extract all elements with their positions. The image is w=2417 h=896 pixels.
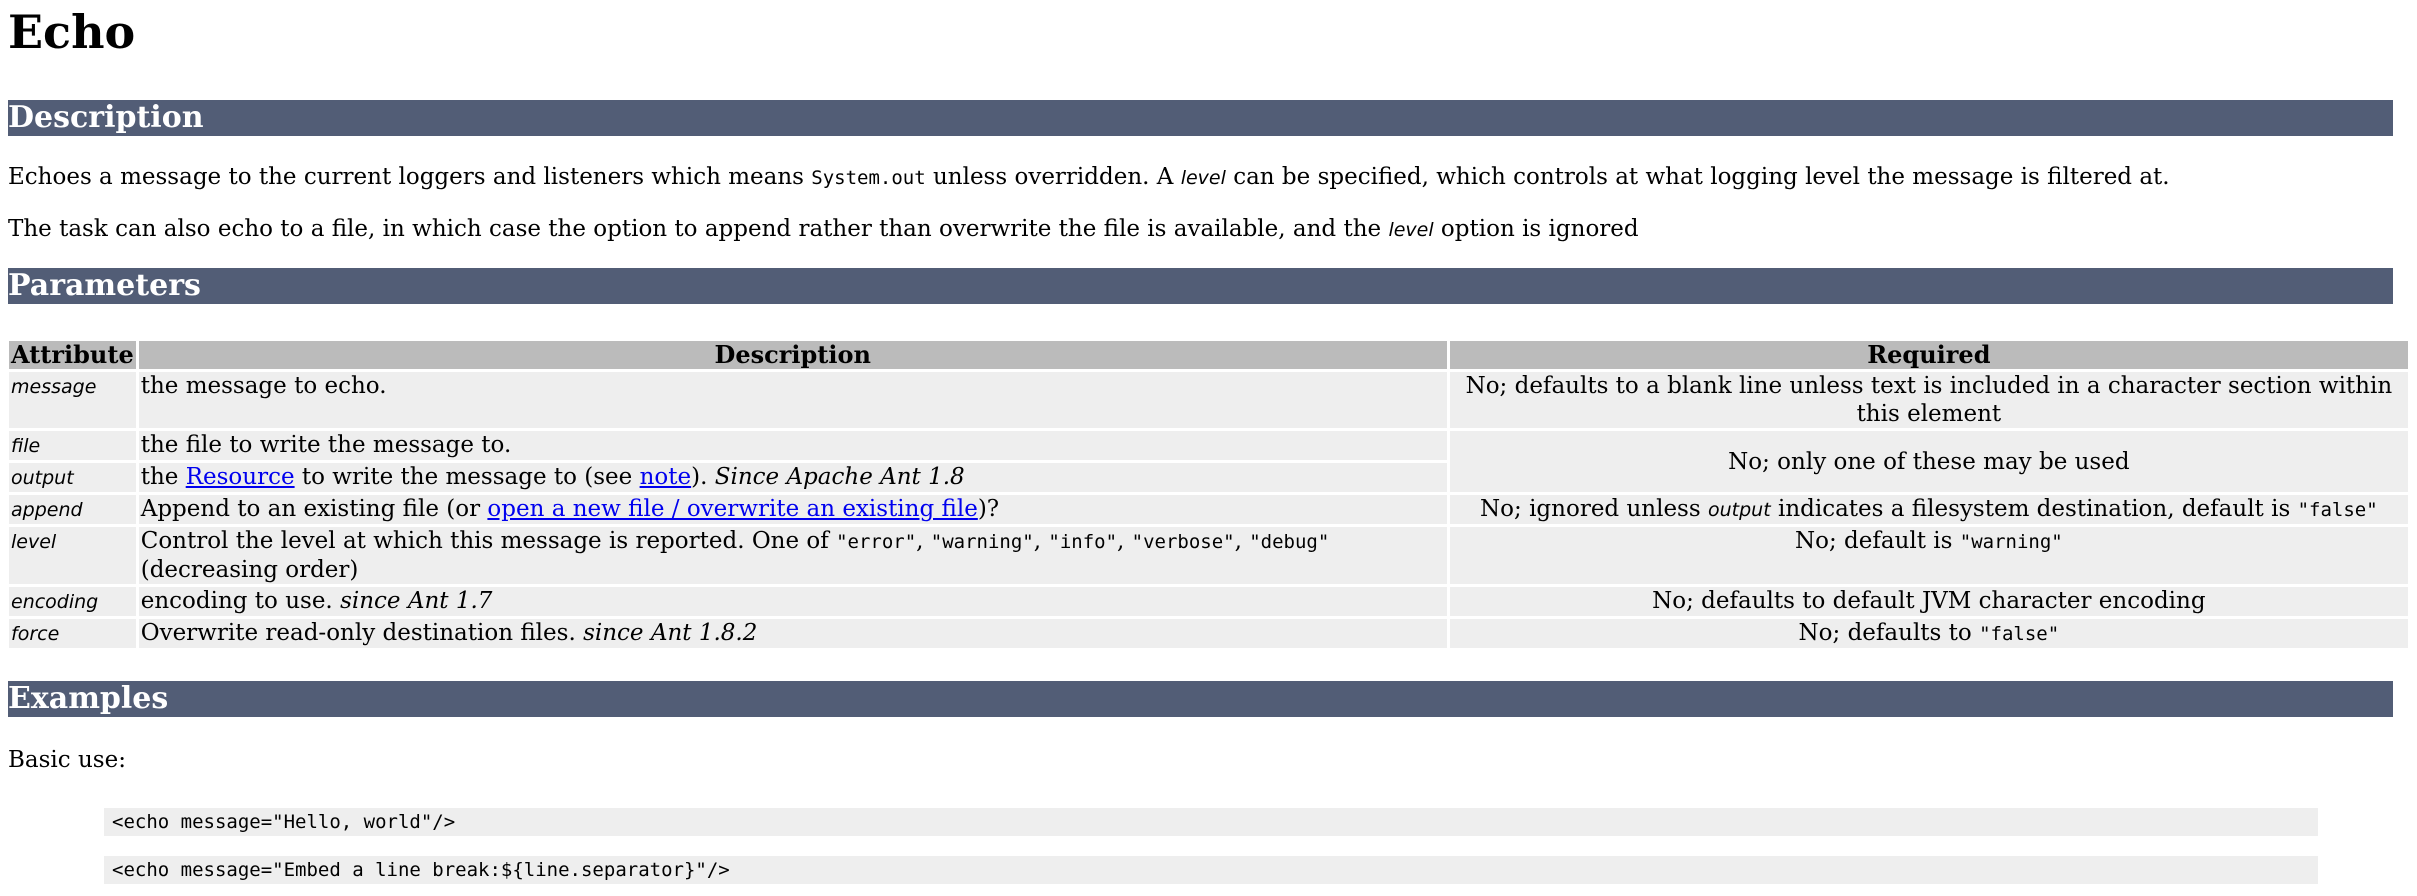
req-cell: No; defaults to default JVM character en… [1449, 587, 2408, 617]
page: Echo Description Echoes a message to the… [0, 0, 2408, 884]
code-system-out: System.out [811, 167, 926, 189]
attr-name: append [11, 499, 83, 522]
req-cell: No; default is "warning" [1449, 527, 2408, 585]
text: to write the message to (see [294, 464, 640, 491]
text: can be specified, which controls at what… [1225, 164, 2170, 190]
text: Echoes a message to the current loggers … [8, 164, 812, 190]
attr-cell: output [9, 463, 136, 493]
text: option is ignored [1433, 215, 1639, 242]
section-heading-parameters: Parameters [8, 268, 2393, 305]
code-warning: "warning" [930, 531, 1034, 554]
text: No; defaults to [1798, 620, 1980, 647]
table-row-append: append Append to an existing file (or op… [9, 495, 2408, 525]
header-description: Description [138, 341, 1447, 370]
parameters-table: Attribute Description Required message t… [6, 338, 2411, 651]
req-cell: No; defaults to a blank line unless text… [1449, 372, 2408, 429]
since-note: since Ant 1.8.2 [583, 620, 758, 647]
req-cell: No; ignored unless output indicates a fi… [1449, 495, 2408, 525]
table-row-level: level Control the level at which this me… [9, 527, 2408, 585]
text: No; default is [1794, 528, 1960, 555]
basic-use-text: Basic use: [8, 747, 126, 774]
note-link[interactable]: note [640, 464, 692, 490]
text: unless overridden. A [925, 164, 1181, 190]
level-term: level [1180, 167, 1226, 189]
desc-cell: the file to write the message to. [138, 431, 1447, 461]
attr-name: file [11, 435, 41, 458]
attr-name: level [11, 531, 57, 554]
text: encoding to use. [140, 588, 341, 615]
code-error: "error" [836, 531, 917, 554]
table-header-row: Attribute Description Required [9, 340, 2408, 370]
attr-cell: file [9, 431, 136, 461]
text: Append to an existing file (or [140, 496, 488, 523]
text: the [140, 464, 186, 491]
code-example-2: <echo message="Embed a line break:${line… [104, 855, 2318, 884]
code-false: "false" [1979, 623, 2060, 646]
output-term: output [1707, 499, 1771, 522]
req-cell: No; only one of these may be used [1449, 431, 2408, 493]
text: The task can also echo to a file, in whi… [8, 215, 1389, 242]
since-note: since Ant 1.7 [340, 588, 493, 615]
attr-cell: message [9, 372, 136, 429]
text: )? [977, 496, 1000, 523]
resource-link[interactable]: Resource [186, 464, 295, 490]
attr-cell: level [9, 527, 136, 585]
text: No; ignored unless [1480, 496, 1708, 523]
text: indicates a filesystem destination, defa… [1770, 496, 2298, 523]
code-debug: "debug" [1249, 531, 1330, 554]
attr-name: encoding [11, 591, 99, 614]
level-term: level [1388, 218, 1434, 241]
text: (decreasing order) [140, 557, 359, 584]
code-info: "info" [1048, 531, 1118, 554]
desc-cell: the Resource to write the message to (se… [138, 463, 1447, 493]
header-attribute: Attribute [9, 340, 136, 370]
section-heading-description: Description [8, 100, 2393, 136]
text: , [916, 528, 931, 555]
text: , [1117, 528, 1132, 555]
text: ). [691, 464, 715, 491]
attr-cell: encoding [9, 587, 136, 617]
attr-name: message [11, 376, 97, 399]
table-row-file: file the file to write the message to. N… [9, 431, 2408, 493]
text: Control the level at which this message … [140, 528, 837, 555]
text: , [1033, 528, 1049, 555]
desc-cell: Control the level at which this message … [138, 527, 1447, 585]
code-verbose: "verbose" [1131, 531, 1235, 554]
attr-cell: append [9, 495, 136, 525]
req-cell: No; defaults to "false" [1449, 619, 2408, 649]
section-heading-examples: Examples [8, 681, 2393, 718]
desc-cell: the message to echo. [138, 372, 1447, 429]
code-false: "false" [2297, 499, 2378, 522]
desc-cell: encoding to use. since Ant 1.7 [138, 587, 1447, 617]
description-paragraph-1: Echoes a message to the current loggers … [8, 164, 2393, 192]
table-row-encoding: encoding encoding to use. since Ant 1.7 … [9, 587, 2408, 617]
since-note: Since Apache Ant 1.8 [714, 464, 965, 491]
attr-name: output [11, 467, 74, 490]
code-warning: "warning" [1959, 531, 2063, 554]
code-example-1: <echo message="Hello, world"/> [104, 807, 2318, 836]
text: , [1234, 528, 1250, 555]
overwrite-link[interactable]: open a new file / overwrite an existing … [487, 496, 977, 522]
text: Overwrite read-only destination files. [140, 620, 584, 647]
attr-cell: force [9, 619, 136, 649]
page-title: Echo [8, 5, 136, 59]
table-row-force: force Overwrite read-only destination fi… [9, 619, 2408, 649]
header-required: Required [1449, 341, 2408, 370]
table-row-message: message the message to echo. No; default… [9, 372, 2408, 429]
description-paragraph-2: The task can also echo to a file, in whi… [8, 216, 2393, 244]
desc-cell: Overwrite read-only destination files. s… [138, 619, 1447, 649]
attr-name: force [11, 623, 60, 646]
desc-cell: Append to an existing file (or open a ne… [138, 495, 1447, 525]
